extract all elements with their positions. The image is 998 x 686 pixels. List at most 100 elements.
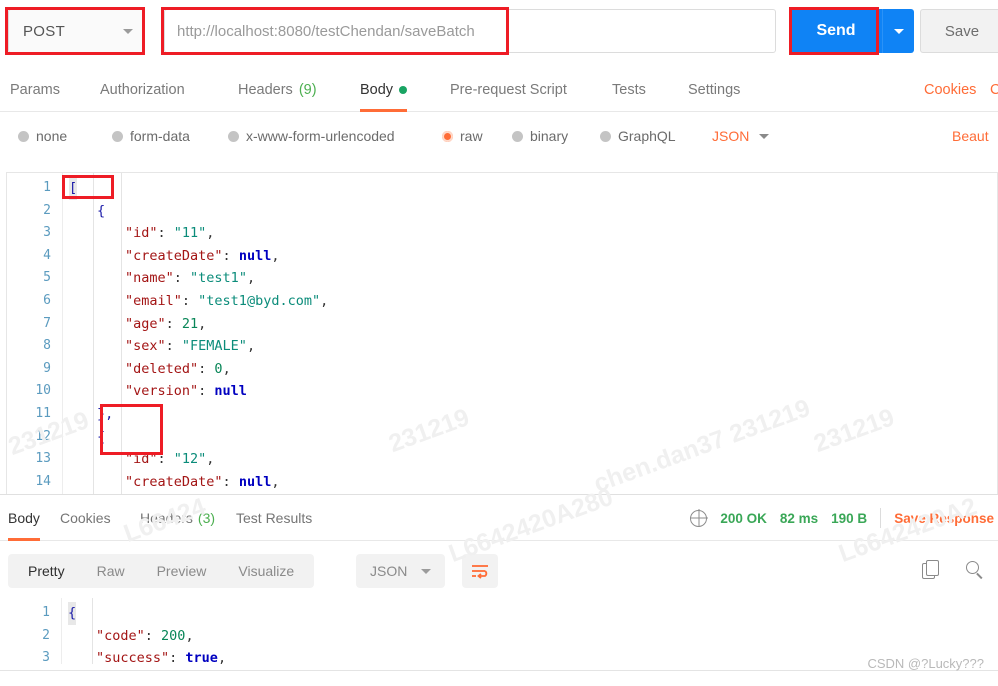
- save-response-button[interactable]: Save Response: [894, 511, 994, 526]
- chevron-down-icon: [421, 569, 431, 574]
- code-token: ,: [198, 316, 206, 332]
- active-tab-underline: [360, 109, 407, 112]
- response-size: 190 B: [831, 511, 867, 526]
- body-type-graphql[interactable]: GraphQL: [600, 118, 676, 154]
- code-token: "FEMALE": [182, 338, 247, 354]
- raw-format-label: JSON: [712, 128, 749, 144]
- code-link[interactable]: C: [990, 68, 998, 112]
- line-number: 8: [7, 335, 51, 358]
- postman-window: 231219 chen.dan37 231219 L6642420A280 L6642…: [0, 0, 998, 686]
- code-text: "email": "test1@byd.com",: [125, 290, 328, 313]
- body-type-raw[interactable]: raw: [442, 118, 483, 154]
- tab-authorization[interactable]: Authorization: [100, 68, 185, 112]
- response-tab-cookies[interactable]: Cookies: [60, 495, 111, 541]
- code-line: 4 "createDate": null,: [7, 245, 997, 268]
- code-line: 10 "version": null: [7, 380, 997, 403]
- code-text: "id": "11",: [125, 222, 214, 245]
- code-text: {: [97, 200, 105, 223]
- code-token: "id": [125, 225, 158, 241]
- body-type-x-www-form-urlencoded[interactable]: x-www-form-urlencoded: [228, 118, 395, 154]
- http-method-select[interactable]: POST: [8, 9, 144, 53]
- code-line: 3 "id": "11",: [7, 222, 997, 245]
- code-token: "id": [125, 451, 158, 467]
- code-token: ,: [271, 248, 279, 264]
- code-line: 11},: [7, 403, 997, 426]
- body-type-none[interactable]: none: [18, 118, 67, 154]
- line-number: 1: [7, 177, 51, 200]
- line-number: 12: [7, 426, 51, 449]
- code-token: "code": [96, 628, 145, 644]
- code-token: },: [97, 406, 113, 422]
- code-token: null: [239, 474, 272, 490]
- request-url-input[interactable]: http://localhost:8080/testChendan/saveBa…: [164, 9, 776, 53]
- response-body-editor[interactable]: 1{2 "code": 200, 3 "success": true,: [6, 598, 998, 664]
- line-number: 9: [7, 358, 51, 381]
- response-view-mode-group: Pretty Raw Preview Visualize: [8, 554, 314, 588]
- request-body-editor[interactable]: 1[2{3 "id": "11", 4 "createDate": null, 5 "na…: [6, 172, 998, 494]
- code-token: {: [68, 605, 76, 621]
- raw-format-select[interactable]: JSON: [712, 118, 769, 154]
- send-options-button[interactable]: [882, 9, 914, 53]
- view-mode-raw[interactable]: Raw: [81, 554, 141, 588]
- response-status-code: 200 OK: [720, 511, 767, 526]
- view-mode-pretty[interactable]: Pretty: [12, 554, 81, 588]
- body-type-label: none: [36, 128, 67, 144]
- save-button[interactable]: Save: [920, 9, 998, 53]
- response-tab-test-results[interactable]: Test Results: [236, 495, 312, 541]
- tab-label: Settings: [688, 82, 740, 98]
- view-mode-visualize[interactable]: Visualize: [222, 554, 310, 588]
- request-tab-bar: Params Authorization Headers (9) Body Pre-req…: [0, 68, 998, 112]
- tab-body[interactable]: Body: [360, 68, 407, 112]
- response-format-select[interactable]: JSON: [356, 554, 445, 588]
- tab-label: Headers: [238, 82, 293, 98]
- code-line: 3 "success": true,: [6, 647, 998, 664]
- request-url-value: http://localhost:8080/testChendan/saveBa…: [177, 23, 475, 40]
- code-token: ,: [271, 474, 279, 490]
- code-token: ,: [218, 650, 226, 664]
- code-token: ,: [247, 338, 255, 354]
- search-button[interactable]: [966, 561, 984, 579]
- cookies-link[interactable]: Cookies: [924, 68, 976, 112]
- tab-label: Params: [10, 82, 60, 98]
- tab-headers[interactable]: Headers (9): [238, 68, 317, 112]
- tab-pre-request-script[interactable]: Pre-request Script: [450, 68, 567, 112]
- body-type-label: x-www-form-urlencoded: [246, 128, 395, 144]
- code-token: ,: [320, 293, 328, 309]
- radio-icon: [18, 131, 29, 142]
- code-token: "createDate": [125, 248, 223, 264]
- search-icon: [966, 561, 979, 574]
- tab-tests[interactable]: Tests: [612, 68, 646, 112]
- radio-icon: [228, 131, 239, 142]
- code-token: :: [145, 628, 161, 644]
- response-time: 82 ms: [780, 511, 818, 526]
- code-token: "deleted": [125, 361, 198, 377]
- response-format-label: JSON: [370, 563, 407, 579]
- code-text: [: [69, 177, 77, 200]
- code-text: "success": true,: [96, 647, 226, 664]
- code-token: "name": [125, 270, 174, 286]
- code-line: 2{: [7, 200, 997, 223]
- http-method-label: POST: [23, 23, 123, 40]
- line-number: 4: [7, 245, 51, 268]
- radio-icon: [442, 131, 453, 142]
- code-text: "age": 21,: [125, 313, 206, 336]
- beautify-button[interactable]: Beaut: [952, 118, 989, 154]
- view-mode-preview[interactable]: Preview: [141, 554, 223, 588]
- body-type-binary[interactable]: binary: [512, 118, 568, 154]
- code-token: "success": [96, 650, 169, 664]
- response-tab-headers[interactable]: Headers (3): [140, 495, 215, 541]
- copy-button[interactable]: [922, 560, 940, 580]
- tab-settings[interactable]: Settings: [688, 68, 740, 112]
- body-type-form-data[interactable]: form-data: [112, 118, 190, 154]
- tab-params[interactable]: Params: [10, 68, 60, 112]
- code-line: 5 "name": "test1",: [7, 267, 997, 290]
- code-token: ,: [206, 451, 214, 467]
- code-token: ,: [247, 270, 255, 286]
- body-type-label: raw: [460, 128, 483, 144]
- send-button[interactable]: Send: [790, 9, 882, 53]
- wrap-text-icon: [471, 563, 489, 579]
- response-tab-label: Body: [8, 510, 40, 526]
- wrap-text-button[interactable]: [462, 554, 498, 588]
- response-tab-body[interactable]: Body: [8, 495, 40, 541]
- response-tab-label: Headers: [140, 510, 193, 526]
